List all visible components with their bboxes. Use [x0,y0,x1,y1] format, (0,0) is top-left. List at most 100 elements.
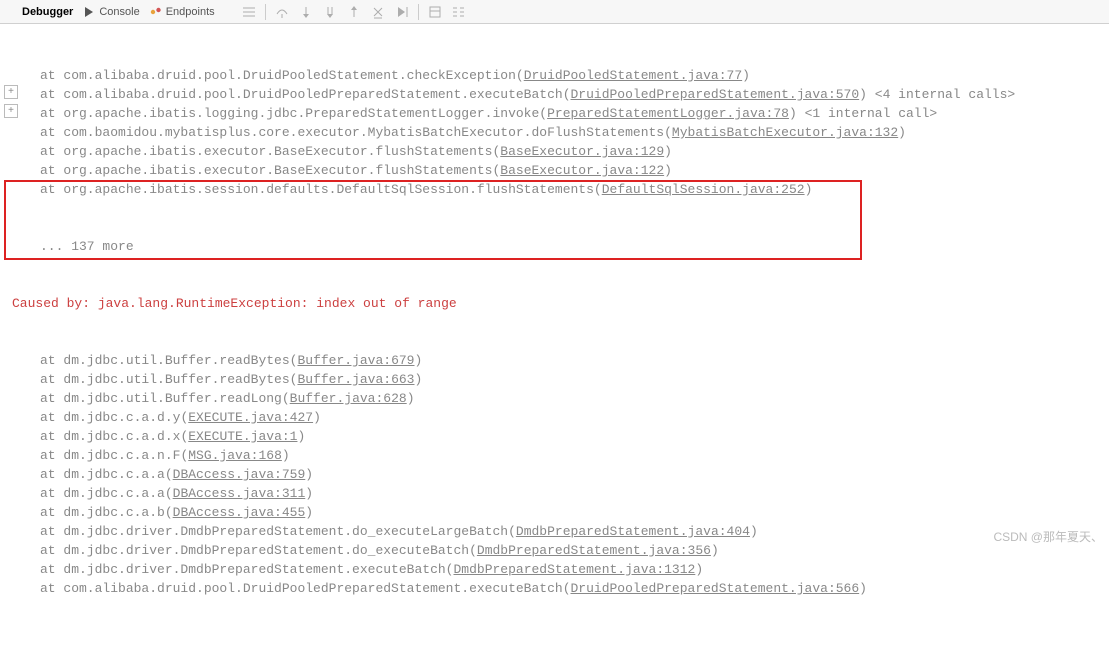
trace-line: +at org.apache.ibatis.session.defaults.D… [0,180,1109,199]
qualified-name: dm.jdbc.util.Buffer.readBytes [63,372,289,387]
tab-label: Console [99,6,139,18]
source-link[interactable]: PreparedStatementLogger.java:78 [547,106,789,121]
qualified-name: dm.jdbc.c.a.d.x [63,429,180,444]
trace-line: at dm.jdbc.c.a.a(DBAccess.java:311) [0,484,1109,503]
trace-line: at dm.jdbc.c.a.n.F(MSG.java:168) [0,446,1109,465]
trace-line: + at com.alibaba.druid.pool.DruidPooledPr… [0,85,1109,104]
qualified-name: dm.jdbc.driver.DmdbPreparedStatement.do_… [63,543,469,558]
qualified-name: dm.jdbc.c.a.d.y [63,410,180,425]
source-link[interactable]: DBAccess.java:311 [173,486,306,501]
console-icon [83,6,95,18]
trace-line: at dm.jdbc.util.Buffer.readBytes(Buffer.… [0,351,1109,370]
at-keyword: at [40,467,63,482]
trace-line: at dm.jdbc.c.a.b(DBAccess.java:455) [0,503,1109,522]
qualified-name: dm.jdbc.util.Buffer.readBytes [63,353,289,368]
debugger-icon [6,6,18,18]
drop-frame-icon[interactable] [370,4,386,20]
expand-icon[interactable]: + [4,85,18,99]
qualified-name: dm.jdbc.c.a.b [63,505,164,520]
at-keyword: at [40,543,63,558]
source-link[interactable]: DmdbPreparedStatement.java:1312 [453,562,695,577]
trace-line: at dm.jdbc.driver.DmdbPreparedStatement.… [0,541,1109,560]
at-keyword: at [40,125,63,140]
internal-calls: <1 internal call> [805,106,938,121]
tab-label: Debugger [22,6,73,18]
run-to-cursor-icon[interactable] [394,4,410,20]
source-link[interactable]: Buffer.java:628 [290,391,407,406]
menu-icon[interactable] [241,4,257,20]
step-over-icon[interactable] [274,4,290,20]
trace-line: at dm.jdbc.util.Buffer.readLong(Buffer.j… [0,389,1109,408]
at-keyword: at [40,353,63,368]
source-link[interactable]: DmdbPreparedStatement.java:356 [477,543,711,558]
at-keyword: at [40,144,63,159]
qualified-name: org.apache.ibatis.logging.jdbc.PreparedS… [63,106,539,121]
qualified-name: org.apache.ibatis.executor.BaseExecutor.… [63,163,492,178]
step-out-icon[interactable] [346,4,362,20]
source-link[interactable]: DBAccess.java:759 [173,467,306,482]
trace-line: +at com.baomidou.mybatisplus.core.execut… [0,123,1109,142]
source-link[interactable]: EXECUTE.java:1 [188,429,297,444]
trace-line: +at org.apache.ibatis.executor.BaseExecu… [0,142,1109,161]
trace-line: at com.alibaba.druid.pool.DruidPooledPre… [0,579,1109,598]
expand-icon[interactable]: + [4,104,18,118]
at-keyword: at [40,163,63,178]
trace-line-exception: Caused by: java.lang.RuntimeException: i… [0,294,1109,313]
source-link[interactable]: DruidPooledPreparedStatement.java:570 [571,87,860,102]
at-keyword: at [40,429,63,444]
step-into-icon[interactable] [298,4,314,20]
source-link[interactable]: DmdbPreparedStatement.java:404 [516,524,750,539]
qualified-name: dm.jdbc.util.Buffer.readLong [63,391,281,406]
exception-text: Caused by: java.lang.RuntimeException: i… [12,296,457,311]
source-link[interactable]: BaseExecutor.java:122 [500,163,664,178]
trace-line: ... 137 more [0,237,1109,256]
qualified-name: com.alibaba.druid.pool.DruidPooledPrepar… [63,581,562,596]
qualified-name: org.apache.ibatis.session.defaults.Defau… [63,182,594,197]
at-keyword: at [40,182,63,197]
at-keyword: at [40,505,63,520]
tab-console[interactable]: Console [83,6,139,18]
source-link[interactable]: Buffer.java:663 [297,372,414,387]
stacktrace-area: + at com.alibaba.druid.pool.DruidPooledSt… [0,24,1109,659]
trace-line: +at org.apache.ibatis.executor.BaseExecu… [0,161,1109,180]
at-keyword: at [40,562,63,577]
at-keyword: at [40,486,63,501]
trace-line: +at com.alibaba.druid.pool.DruidPooledSt… [0,66,1109,85]
source-link[interactable]: MSG.java:168 [188,448,282,463]
qualified-name: dm.jdbc.c.a.a [63,486,164,501]
source-link[interactable]: EXECUTE.java:427 [188,410,313,425]
qualified-name: com.alibaba.druid.pool.DruidPooledPrepar… [63,87,562,102]
source-link[interactable]: DBAccess.java:455 [173,505,306,520]
toolbar: Debugger Console Endpoints [0,0,1109,24]
tab-debugger[interactable]: Debugger [6,6,73,18]
more-text: ... 137 more [40,239,134,254]
trace-icon[interactable] [451,4,467,20]
qualified-name: dm.jdbc.driver.DmdbPreparedStatement.exe… [63,562,445,577]
source-link[interactable]: BaseExecutor.java:129 [500,144,664,159]
at-keyword: at [40,372,63,387]
tab-endpoints[interactable]: Endpoints [150,6,215,18]
tab-label: Endpoints [166,6,215,18]
trace-line: at dm.jdbc.c.a.a(DBAccess.java:759) [0,465,1109,484]
at-keyword: at [40,106,63,121]
evaluate-icon[interactable] [427,4,443,20]
at-keyword: at [40,448,63,463]
source-link[interactable]: DefaultSqlSession.java:252 [602,182,805,197]
qualified-name: org.apache.ibatis.executor.BaseExecutor.… [63,144,492,159]
trace-line: at dm.jdbc.c.a.d.y(EXECUTE.java:427) [0,408,1109,427]
trace-line: at dm.jdbc.util.Buffer.readBytes(Buffer.… [0,370,1109,389]
source-link[interactable]: Buffer.java:679 [297,353,414,368]
at-keyword: at [40,410,63,425]
qualified-name: dm.jdbc.driver.DmdbPreparedStatement.do_… [63,524,508,539]
source-link[interactable]: MybatisBatchExecutor.java:132 [672,125,898,140]
trace-line: at dm.jdbc.c.a.d.x(EXECUTE.java:1) [0,427,1109,446]
source-link[interactable]: DruidPooledStatement.java:77 [524,68,742,83]
trace-line: + at org.apache.ibatis.logging.jdbc.Prepa… [0,104,1109,123]
at-keyword: at [40,581,63,596]
qualified-name: com.alibaba.druid.pool.DruidPooledStatem… [63,68,515,83]
at-keyword: at [40,87,63,102]
source-link[interactable]: DruidPooledPreparedStatement.java:566 [571,581,860,596]
at-keyword: at [40,391,63,406]
force-step-into-icon[interactable] [322,4,338,20]
endpoints-icon [150,6,162,18]
